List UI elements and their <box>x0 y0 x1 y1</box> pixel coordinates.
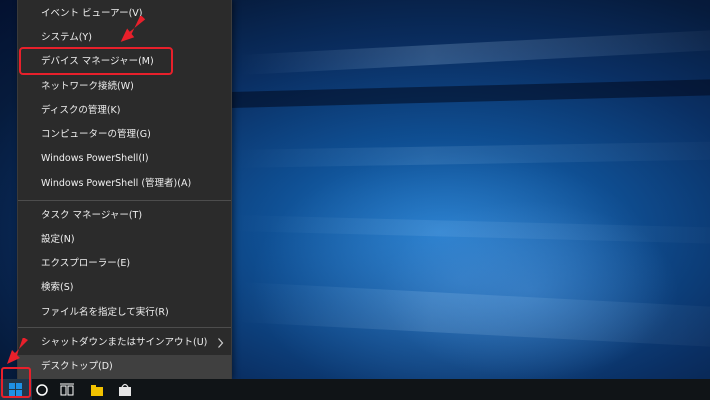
red-pointer-arrow-icon <box>120 16 146 42</box>
menu-item-explorer[interactable]: エクスプローラー(E) <box>18 252 231 276</box>
taskbar <box>0 379 710 400</box>
menu-item-label: シャットダウンまたはサインアウト(U) <box>41 337 208 348</box>
menu-item-disk-management[interactable]: ディスクの管理(K) <box>18 99 231 123</box>
store-button[interactable] <box>116 379 134 400</box>
cortana-circle-icon <box>36 384 48 396</box>
task-view-icon <box>60 383 74 396</box>
menu-item-network-connections[interactable]: ネットワーク接続(W) <box>18 75 231 99</box>
menu-item-powershell-admin[interactable]: Windows PowerShell (管理者)(A) <box>18 172 231 196</box>
file-explorer-icon <box>91 385 103 396</box>
cortana-button[interactable] <box>34 379 50 400</box>
device-manager-highlight-box <box>19 47 173 75</box>
start-button-highlight-box <box>1 367 31 398</box>
menu-item-search[interactable]: 検索(S) <box>18 276 231 300</box>
menu-separator <box>18 327 231 328</box>
menu-item-desktop[interactable]: デスクトップ(D) <box>18 355 231 379</box>
red-pointer-arrow-icon <box>7 338 28 364</box>
menu-separator <box>18 200 231 201</box>
store-icon <box>119 383 131 396</box>
task-view-button[interactable] <box>58 379 76 400</box>
menu-item-powershell[interactable]: Windows PowerShell(I) <box>18 147 231 171</box>
menu-item-computer-management[interactable]: コンピューターの管理(G) <box>18 123 231 147</box>
menu-item-settings[interactable]: 設定(N) <box>18 228 231 252</box>
menu-item-run[interactable]: ファイル名を指定して実行(R) <box>18 301 231 325</box>
menu-item-shutdown-signout[interactable]: シャットダウンまたはサインアウト(U) <box>18 331 231 355</box>
file-explorer-button[interactable] <box>88 379 106 400</box>
menu-item-task-manager[interactable]: タスク マネージャー(T) <box>18 204 231 228</box>
